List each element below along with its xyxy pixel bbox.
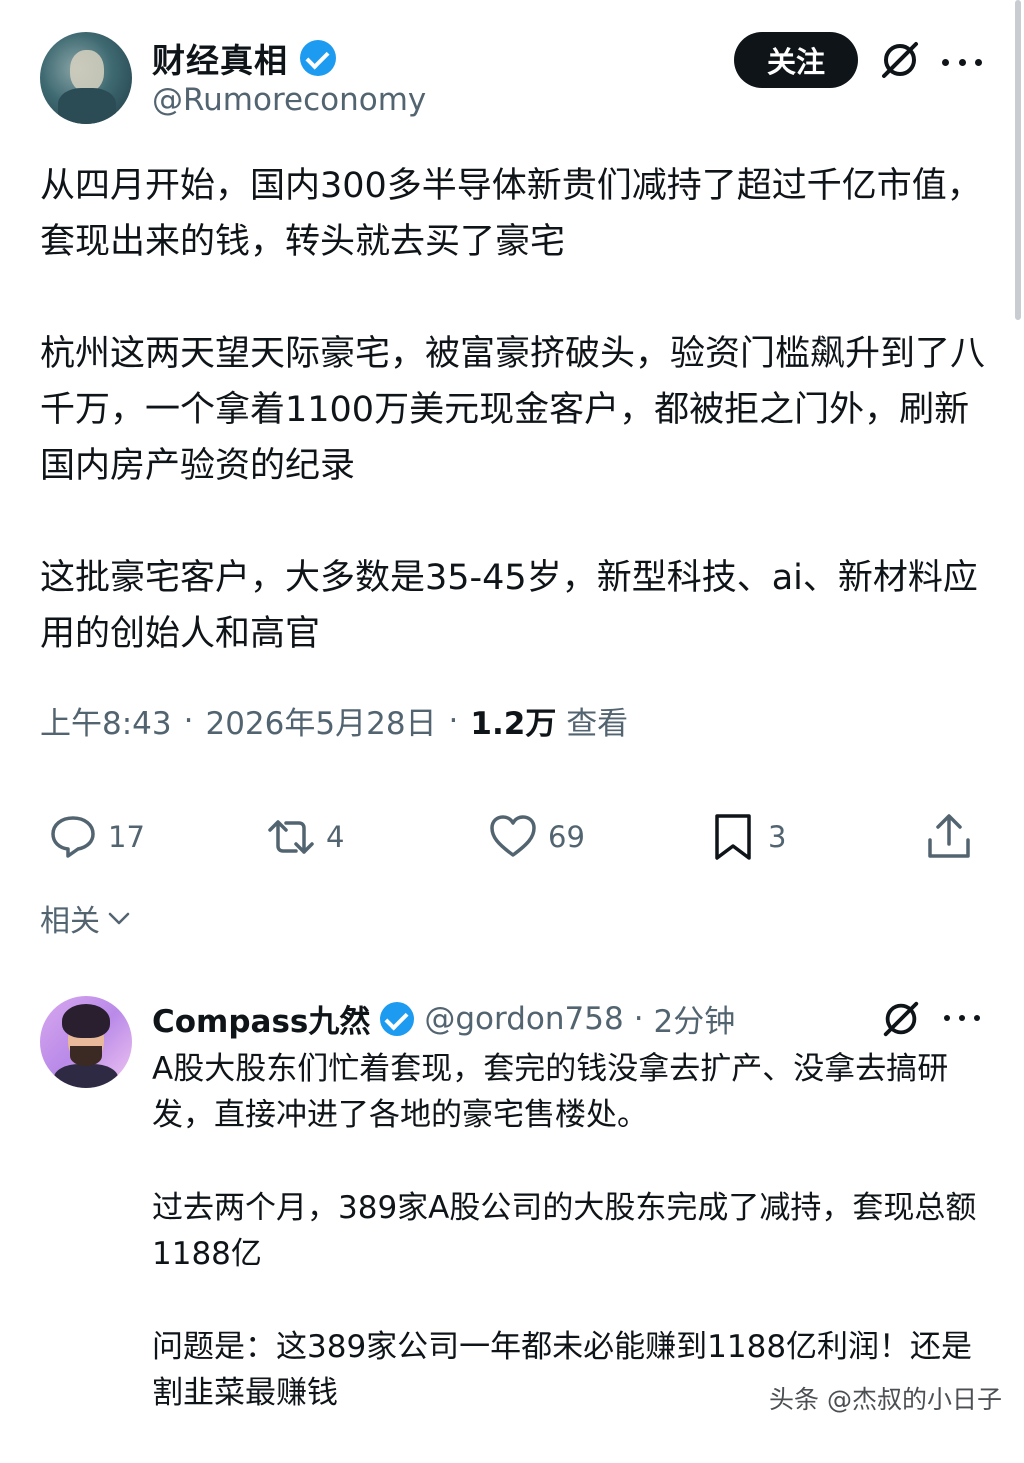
tweet-meta: 上午8:43 · 2026年5月28日 · 1.2万 查看 bbox=[40, 698, 628, 743]
reply-paragraph: 过去两个月，389家A股公司的大股东完成了减持，套现总额1188亿 bbox=[152, 1190, 977, 1272]
reply-author-handle[interactable]: @gordon758 bbox=[424, 1001, 623, 1037]
reply-count: 17 bbox=[108, 820, 145, 854]
retweet-icon bbox=[268, 820, 314, 854]
like-button[interactable]: 69 bbox=[488, 812, 585, 862]
tweet-paragraph: 杭州这两天望天际豪宅，被富豪挤破头，验资门槛飙升到了八千万，一个拿着1100万美… bbox=[40, 334, 986, 486]
reply-time[interactable]: 2分钟 bbox=[654, 996, 736, 1041]
avatar-body bbox=[58, 88, 116, 124]
scrollbar[interactable] bbox=[1015, 0, 1021, 320]
share-icon bbox=[928, 814, 970, 858]
author-name-row: 财经真相 bbox=[152, 34, 336, 82]
bookmark-icon bbox=[715, 814, 751, 860]
author-handle[interactable]: @Rumoreconomy bbox=[152, 82, 426, 118]
like-count: 69 bbox=[548, 820, 585, 854]
meta-separator: · bbox=[448, 702, 459, 739]
tweet-text: 从四月开始，国内300多半导体新贵们减持了超过千亿市值，套现出来的钱，转头就去买… bbox=[40, 158, 990, 662]
retweet-button[interactable]: 4 bbox=[266, 812, 344, 862]
author-avatar[interactable] bbox=[40, 32, 132, 124]
retweet-count: 4 bbox=[326, 820, 345, 854]
verified-badge-icon bbox=[300, 40, 336, 76]
tweet-date[interactable]: 2026年5月28日 bbox=[205, 698, 436, 743]
bookmark-count: 3 bbox=[768, 820, 787, 854]
reply-header: Compass九然 @gordon758 · 2分钟 bbox=[152, 996, 735, 1041]
related-label: 相关 bbox=[40, 904, 100, 939]
verified-badge-icon bbox=[380, 1001, 415, 1036]
heart-icon bbox=[490, 815, 536, 857]
avatar-beard bbox=[70, 1046, 102, 1066]
author-display-name[interactable]: 财经真相 bbox=[152, 34, 288, 82]
tweet-paragraph: 这批豪宅客户，大多数是35-45岁，新型科技、ai、新材料应用的创始人和高官 bbox=[40, 558, 978, 654]
avatar-shirt bbox=[54, 1064, 118, 1088]
reply-author-name[interactable]: Compass九然 bbox=[152, 996, 370, 1041]
action-bar: 17 4 69 3 bbox=[48, 812, 978, 876]
reply-paragraph: A股大股东们忙着套现，套完的钱没拿去扩产、没拿去搞研发，直接冲进了各地的豪宅售楼… bbox=[152, 1051, 949, 1133]
tweet-paragraph: 从四月开始，国内300多半导体新贵们减持了超过千亿市值，套现出来的钱，转头就去买… bbox=[40, 166, 982, 262]
meta-separator: · bbox=[183, 702, 194, 739]
avatar-face bbox=[70, 50, 104, 92]
more-options-icon[interactable] bbox=[942, 42, 982, 82]
avatar-hair bbox=[62, 1004, 110, 1038]
grok-icon[interactable] bbox=[880, 998, 922, 1040]
grok-icon[interactable] bbox=[878, 38, 922, 82]
tweet-time[interactable]: 上午8:43 bbox=[40, 698, 172, 743]
meta-separator: · bbox=[633, 1000, 644, 1037]
views-label: 查看 bbox=[566, 706, 629, 742]
chevron-down-icon bbox=[108, 912, 130, 925]
bookmark-button[interactable]: 3 bbox=[708, 812, 786, 862]
follow-button[interactable]: 关注 bbox=[734, 32, 858, 88]
watermark: 头条 @杰叔的小日子 bbox=[769, 1385, 1002, 1414]
more-options-icon[interactable] bbox=[944, 1000, 980, 1036]
related-toggle[interactable]: 相关 bbox=[40, 896, 132, 940]
views-count: 1.2万 bbox=[470, 706, 557, 742]
reply-button[interactable]: 17 bbox=[48, 812, 145, 862]
share-button[interactable] bbox=[924, 812, 974, 862]
reply-icon bbox=[51, 816, 95, 858]
reply-author-avatar[interactable] bbox=[40, 996, 132, 1088]
